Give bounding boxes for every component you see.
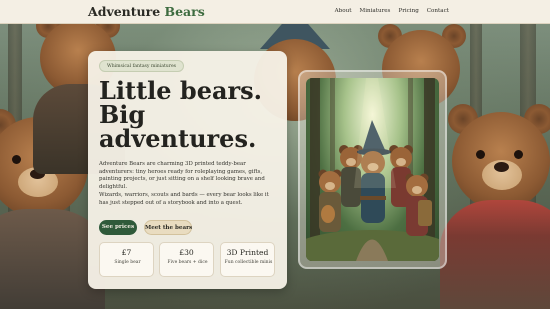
- stat-five-bears: £30 Five bears + dice: [159, 242, 214, 277]
- brand-logo[interactable]: Adventure Bears: [88, 4, 205, 19]
- stat-single-bear: £7 Single bear: [99, 242, 154, 277]
- nav-link-contact[interactable]: Contact: [427, 8, 449, 14]
- hero-illustration-frame: [298, 70, 447, 269]
- brand-name-second: Bears: [164, 4, 205, 19]
- nav-link-pricing[interactable]: Pricing: [398, 8, 418, 14]
- meet-the-bears-button[interactable]: Meet the bears: [144, 220, 192, 235]
- headline-line-3: adventures.: [99, 124, 257, 153]
- stat-label: Five bears + dice: [167, 260, 208, 265]
- hero-illustration: [306, 78, 439, 261]
- stat-label: Fun collectible minis: [224, 260, 273, 265]
- hero-tag: Whimsical fantasy miniatures: [99, 60, 185, 72]
- stat-3d-printed: 3D Printed Fun collectible minis: [220, 242, 275, 277]
- bear-party-illustration: [306, 78, 439, 261]
- see-prices-button[interactable]: See prices: [99, 220, 137, 235]
- main-nav: About Miniatures Pricing Contact: [335, 8, 449, 14]
- stat-label: Single bear: [114, 260, 141, 265]
- hero-sub-text: Wizards, warriors, scouts and bards — ev…: [99, 192, 269, 206]
- stat-value: £7: [121, 248, 132, 257]
- hero-card: Whimsical fantasy miniatures Little bear…: [88, 51, 287, 289]
- site-header: Adventure Bears About Miniatures Pricing…: [0, 0, 550, 24]
- nav-link-miniatures[interactable]: Miniatures: [359, 8, 390, 14]
- nav-link-about[interactable]: About: [335, 8, 352, 14]
- stat-value: 3D Printed: [226, 248, 269, 257]
- hero-lead-text: Adventure Bears are charming 3D printed …: [99, 161, 265, 190]
- brand-name-first: Adventure: [88, 4, 161, 19]
- hero-headline: Little bears. Big adventures.: [99, 79, 284, 151]
- stat-value: £30: [179, 248, 194, 257]
